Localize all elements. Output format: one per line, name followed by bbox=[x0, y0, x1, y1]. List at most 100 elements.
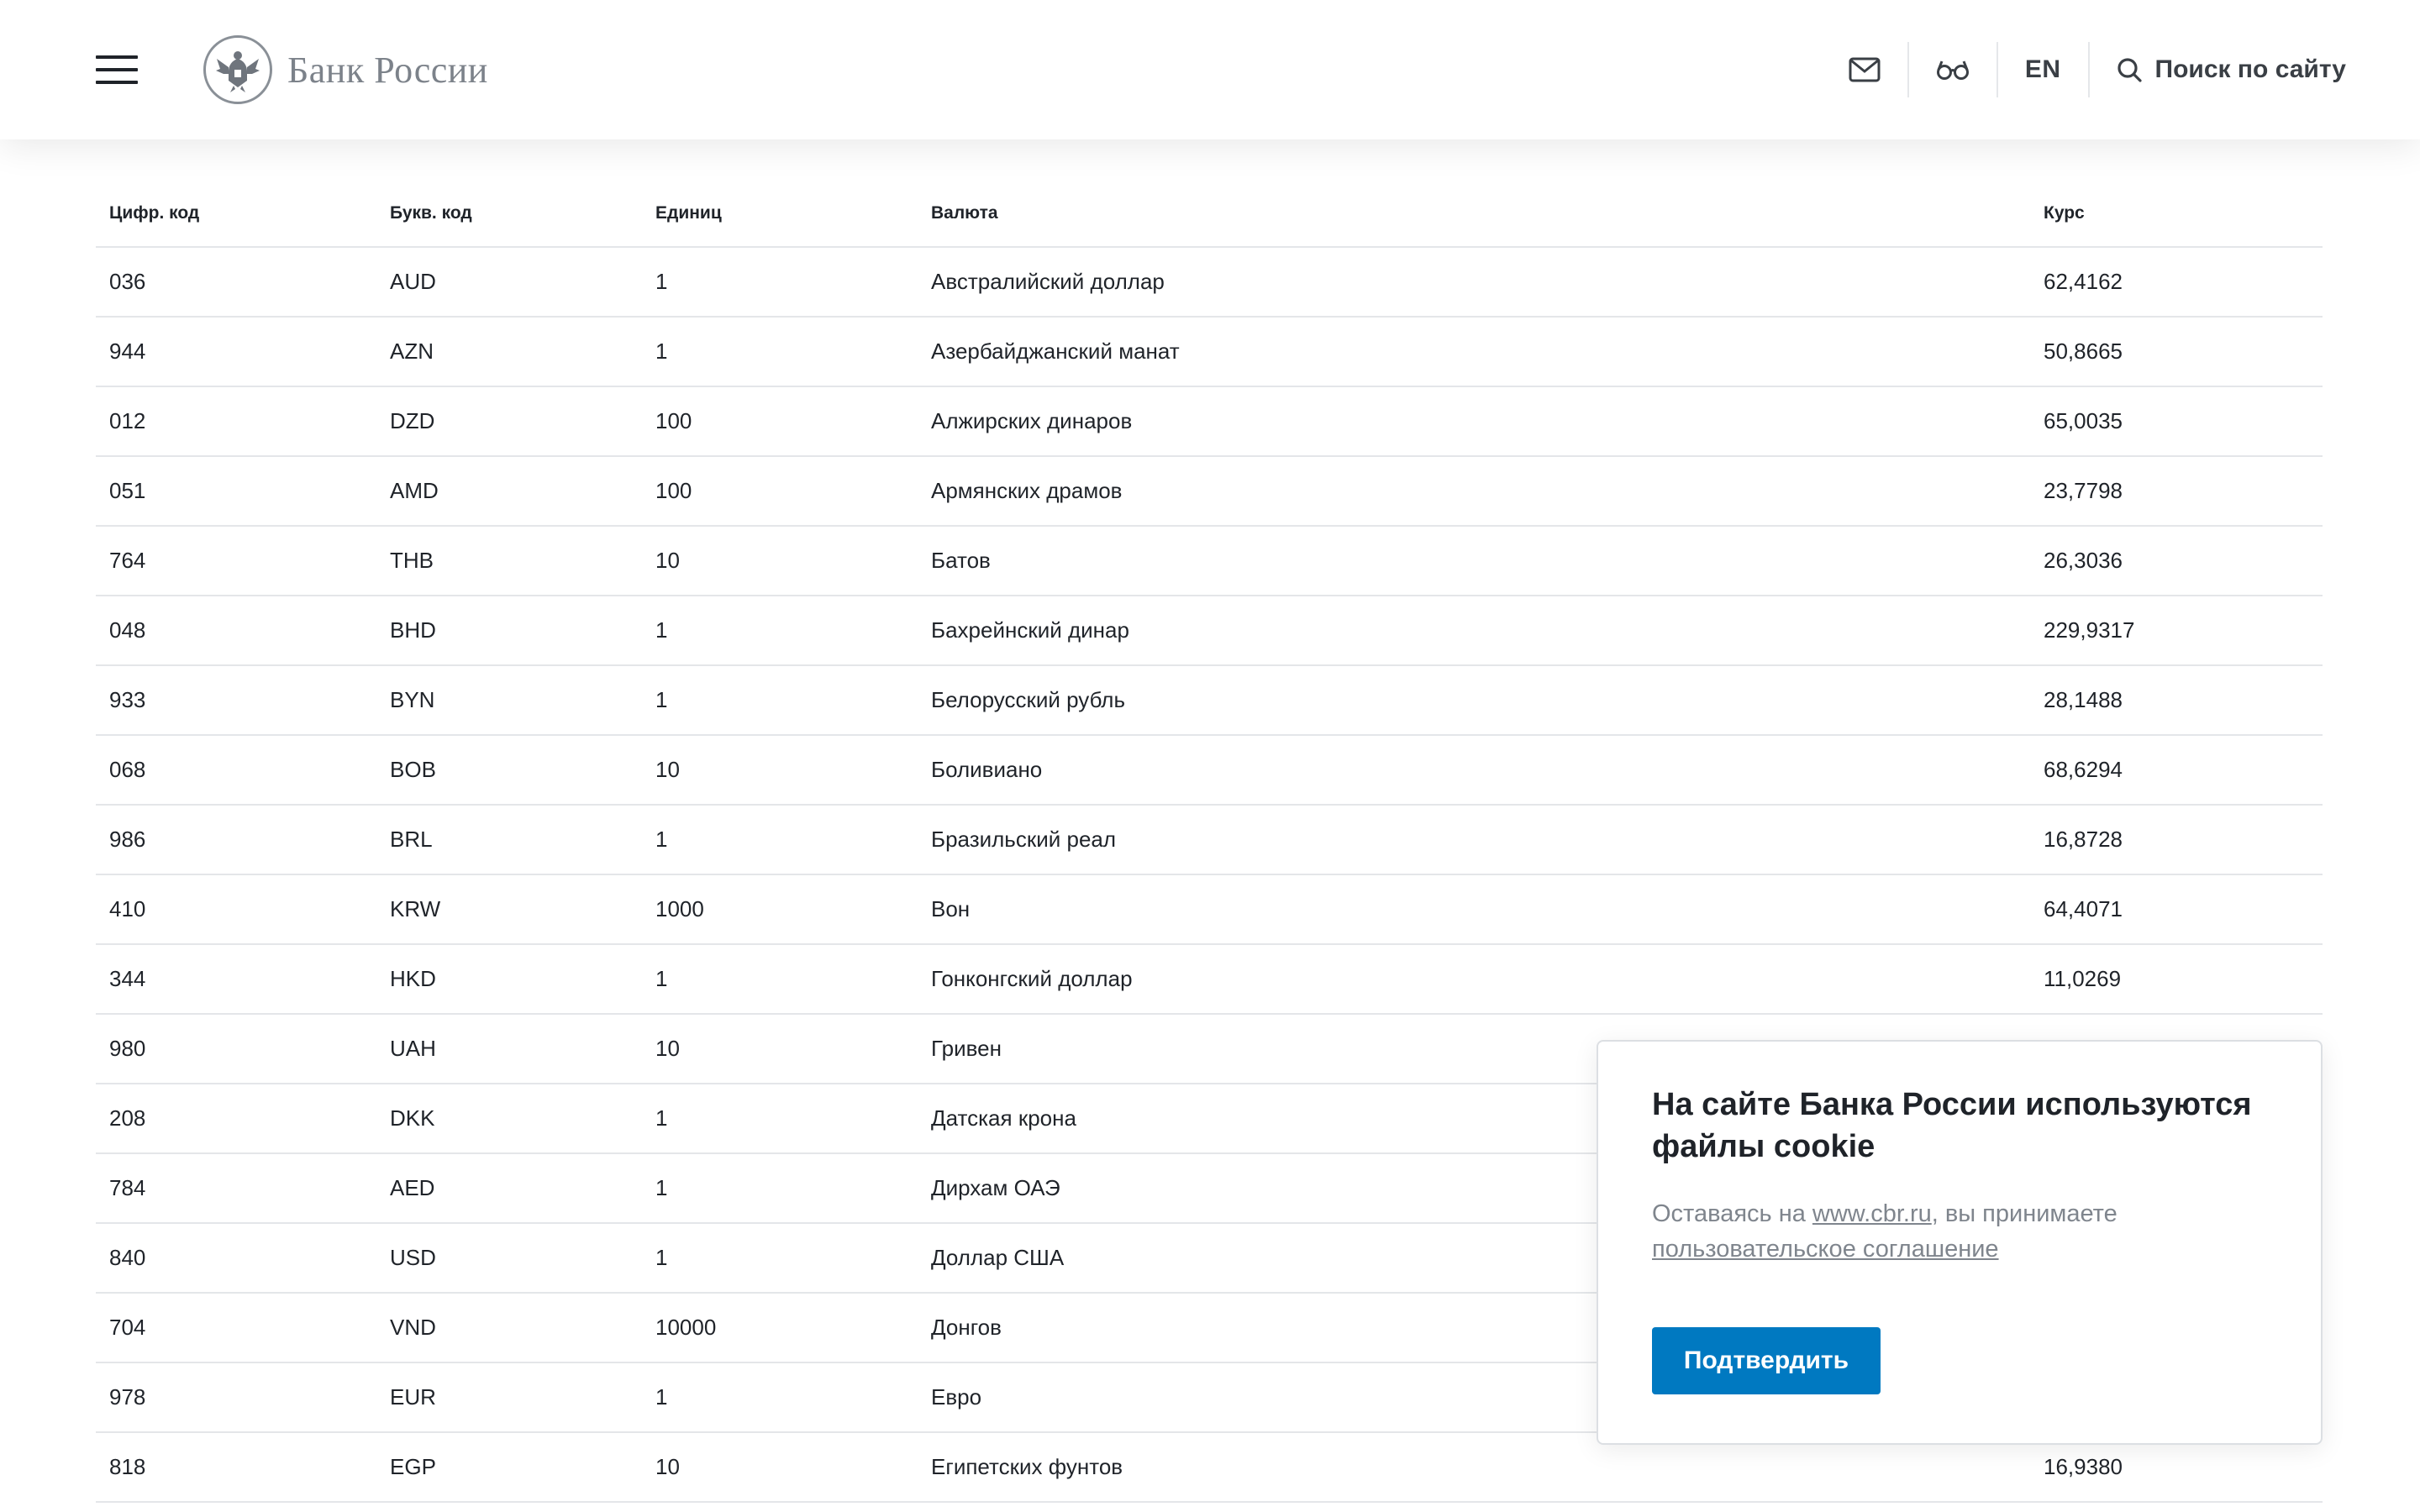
currency-name-cell: Вон bbox=[918, 874, 2030, 945]
column-header: Цифр. код bbox=[96, 180, 376, 248]
numeric-code-cell: 986 bbox=[96, 805, 376, 875]
language-switch[interactable]: EN bbox=[1998, 42, 2088, 97]
letter-code-cell: UAH bbox=[376, 1014, 642, 1084]
rate-cell: 50,8665 bbox=[2030, 317, 2323, 387]
units-cell: 1 bbox=[642, 1223, 918, 1294]
letter-code-cell: BRL bbox=[376, 805, 642, 875]
search-label: Поиск по сайту bbox=[2154, 55, 2346, 83]
table-row: 012 DZD 100 Алжирских динаров 65,0035 bbox=[96, 386, 2323, 457]
table-row: 068 BOB 10 Боливиано 68,6294 bbox=[96, 735, 2323, 806]
mail-icon bbox=[1849, 57, 1881, 82]
numeric-code-cell: 704 bbox=[96, 1293, 376, 1363]
cookie-text: Оставаясь на www.cbr.ru, вы принимаете п… bbox=[1652, 1196, 2267, 1267]
currency-name-cell: Белорусский рубль bbox=[918, 665, 2030, 736]
header-actions: EN Поиск по сайту bbox=[1822, 42, 2346, 97]
site-link[interactable]: www.cbr.ru bbox=[1812, 1200, 1932, 1227]
cookie-dialog: На сайте Банка России используются файлы… bbox=[1597, 1040, 2323, 1445]
units-cell: 10 bbox=[642, 1014, 918, 1084]
table-row: 344 HKD 1 Гонконгский доллар 11,0269 bbox=[96, 944, 2323, 1015]
numeric-code-cell: 012 bbox=[96, 386, 376, 457]
units-cell: 10000 bbox=[642, 1293, 918, 1363]
letter-code-cell: USD bbox=[376, 1223, 642, 1294]
user-agreement-link[interactable]: пользовательское соглашение bbox=[1652, 1236, 1999, 1263]
site-header: Банк России EN Поиск по сайту bbox=[0, 0, 2420, 139]
rate-cell: 62,4162 bbox=[2030, 247, 2323, 318]
table-row: 051 AMD 100 Армянских драмов 23,7798 bbox=[96, 456, 2323, 527]
currency-name-cell: Гонконгский доллар bbox=[918, 944, 2030, 1015]
logo-text: Банк России bbox=[287, 49, 488, 91]
units-cell: 1 bbox=[642, 1362, 918, 1433]
letter-code-cell: EGP bbox=[376, 1432, 642, 1503]
confirm-cookie-button[interactable]: Подтвердить bbox=[1652, 1327, 1881, 1394]
units-cell: 100 bbox=[642, 456, 918, 527]
menu-button[interactable] bbox=[96, 55, 138, 84]
numeric-code-cell: 344 bbox=[96, 944, 376, 1015]
table-row: 986 BRL 1 Бразильский реал 16,8728 bbox=[96, 805, 2323, 875]
bank-emblem-icon bbox=[203, 35, 272, 104]
letter-code-cell: EUR bbox=[376, 1362, 642, 1433]
units-cell: 10 bbox=[642, 526, 918, 596]
units-cell: 10 bbox=[642, 1432, 918, 1503]
numeric-code-cell: 036 bbox=[96, 247, 376, 318]
rate-cell: 229,9317 bbox=[2030, 596, 2323, 666]
search-button[interactable]: Поиск по сайту bbox=[2090, 42, 2346, 97]
numeric-code-cell: 410 bbox=[96, 874, 376, 945]
table-header-row: Цифр. код Букв. код Единиц Валюта Курс bbox=[96, 180, 2323, 248]
rate-cell: 28,1488 bbox=[2030, 665, 2323, 736]
table-row: 764 THB 10 Батов 26,3036 bbox=[96, 526, 2323, 596]
letter-code-cell: AMD bbox=[376, 456, 642, 527]
rate-cell: 26,3036 bbox=[2030, 526, 2323, 596]
numeric-code-cell: 818 bbox=[96, 1432, 376, 1503]
table-row: 036 AUD 1 Австралийский доллар 62,4162 bbox=[96, 247, 2323, 318]
units-cell: 1 bbox=[642, 247, 918, 318]
units-cell: 10 bbox=[642, 735, 918, 806]
numeric-code-cell: 068 bbox=[96, 735, 376, 806]
rate-cell: 65,0035 bbox=[2030, 386, 2323, 457]
mail-button[interactable] bbox=[1822, 42, 1907, 97]
letter-code-cell: BYN bbox=[376, 665, 642, 736]
cookie-text-middle: , вы принимаете bbox=[1931, 1200, 2118, 1227]
units-cell: 1 bbox=[642, 596, 918, 666]
rate-cell: 11,0269 bbox=[2030, 944, 2323, 1015]
letter-code-cell: AZN bbox=[376, 317, 642, 387]
rate-cell: 16,8728 bbox=[2030, 805, 2323, 875]
rate-cell: 64,4071 bbox=[2030, 874, 2323, 945]
letter-code-cell: DKK bbox=[376, 1084, 642, 1154]
currency-name-cell: Алжирских динаров bbox=[918, 386, 2030, 457]
letter-code-cell: BHD bbox=[376, 596, 642, 666]
numeric-code-cell: 208 bbox=[96, 1084, 376, 1154]
letter-code-cell: HKD bbox=[376, 944, 642, 1015]
column-header: Единиц bbox=[642, 180, 918, 248]
column-header: Курс bbox=[2030, 180, 2323, 248]
table-row: 048 BHD 1 Бахрейнский динар 229,9317 bbox=[96, 596, 2323, 666]
numeric-code-cell: 051 bbox=[96, 456, 376, 527]
rate-cell: 23,7798 bbox=[2030, 456, 2323, 527]
menu-icon-bar bbox=[96, 55, 138, 59]
rate-cell: 68,6294 bbox=[2030, 735, 2323, 806]
menu-icon-bar bbox=[96, 68, 138, 71]
menu-icon-bar bbox=[96, 81, 138, 84]
numeric-code-cell: 980 bbox=[96, 1014, 376, 1084]
table-row: 944 AZN 1 Азербайджанский манат 50,8665 bbox=[96, 317, 2323, 387]
language-label: EN bbox=[2024, 55, 2061, 83]
numeric-code-cell: 978 bbox=[96, 1362, 376, 1433]
column-header: Валюта bbox=[918, 180, 2030, 248]
numeric-code-cell: 784 bbox=[96, 1153, 376, 1224]
cookie-title: На сайте Банка России используются файлы… bbox=[1652, 1087, 2252, 1164]
letter-code-cell: DZD bbox=[376, 386, 642, 457]
letter-code-cell: AED bbox=[376, 1153, 642, 1224]
letter-code-cell: THB bbox=[376, 526, 642, 596]
letter-code-cell: KRW bbox=[376, 874, 642, 945]
logo-link[interactable]: Банк России bbox=[203, 35, 488, 104]
currency-name-cell: Бразильский реал bbox=[918, 805, 2030, 875]
units-cell: 1 bbox=[642, 1084, 918, 1154]
letter-code-cell: AUD bbox=[376, 247, 642, 318]
accessibility-button[interactable] bbox=[1909, 42, 1996, 97]
search-icon bbox=[2117, 58, 2142, 82]
numeric-code-cell: 048 bbox=[96, 596, 376, 666]
glasses-icon bbox=[1936, 60, 1969, 80]
numeric-code-cell: 764 bbox=[96, 526, 376, 596]
units-cell: 1 bbox=[642, 317, 918, 387]
currency-name-cell: Бахрейнский динар bbox=[918, 596, 2030, 666]
table-row: 933 BYN 1 Белорусский рубль 28,1488 bbox=[96, 665, 2323, 736]
